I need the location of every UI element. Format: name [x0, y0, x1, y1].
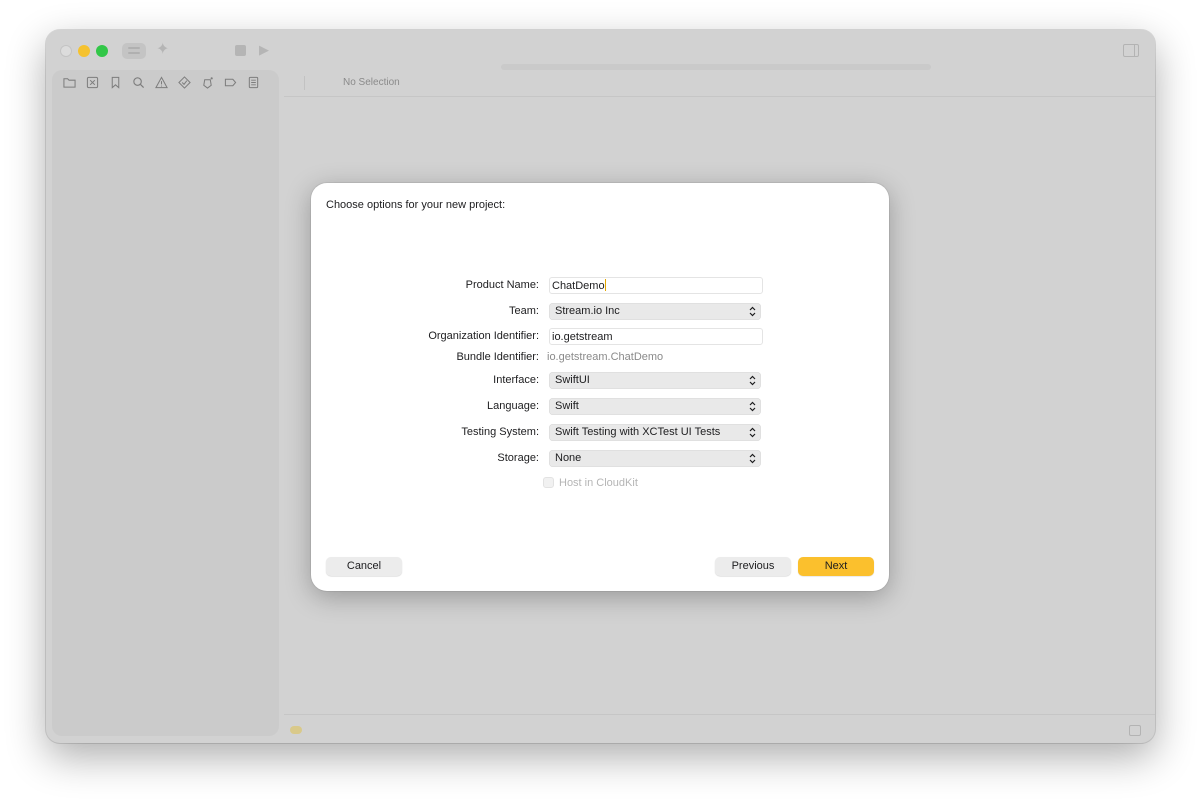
team-popup[interactable]: Stream.io Inc [549, 303, 761, 320]
test-icon[interactable] [177, 75, 192, 90]
chevron-up-down-icon [749, 401, 756, 412]
chevron-up-down-icon [749, 375, 756, 386]
testing-system-label: Testing System: [461, 426, 539, 438]
search-icon[interactable] [131, 75, 146, 90]
testing-system-value: Swift Testing with XCTest UI Tests [555, 426, 721, 438]
sidebar-toggle-icon[interactable] [122, 43, 146, 59]
folder-icon[interactable] [62, 75, 77, 90]
filter-indicator[interactable] [290, 726, 302, 734]
breakpoint-icon[interactable] [223, 75, 238, 90]
jump-bar-divider [304, 76, 305, 90]
sparkle-icon[interactable]: ✦ [156, 42, 169, 58]
source-control-icon[interactable] [85, 75, 100, 90]
product-name-label: Product Name: [465, 279, 539, 291]
host-in-cloudkit-option: Host in CloudKit [543, 477, 638, 489]
cancel-button[interactable]: Cancel [326, 557, 402, 576]
bookmark-icon[interactable] [108, 75, 123, 90]
debug-bar [284, 714, 1155, 743]
text-cursor [604, 279, 606, 291]
language-label: Language: [487, 400, 539, 412]
product-name-value: ChatDemo [552, 280, 605, 292]
stop-icon[interactable] [235, 45, 246, 56]
inspector-toggle-icon[interactable] [1123, 44, 1139, 57]
interface-popup[interactable]: SwiftUI [549, 372, 761, 389]
close-window-button[interactable] [60, 45, 72, 57]
host-in-cloudkit-label: Host in CloudKit [559, 477, 638, 489]
team-value: Stream.io Inc [555, 305, 620, 317]
debug-icon[interactable] [200, 75, 215, 90]
language-popup[interactable]: Swift [549, 398, 761, 415]
play-icon[interactable]: ▶ [259, 43, 269, 57]
bundle-identifier-label: Bundle Identifier: [456, 351, 539, 363]
chevron-up-down-icon [749, 453, 756, 464]
new-project-options-sheet: Choose options for your new project: Pro… [311, 183, 889, 591]
language-value: Swift [555, 400, 579, 412]
storage-popup[interactable]: None [549, 450, 761, 467]
interface-value: SwiftUI [555, 374, 590, 386]
storage-label: Storage: [497, 452, 539, 464]
previous-button[interactable]: Previous [715, 557, 791, 576]
report-icon[interactable] [246, 75, 261, 90]
testing-system-popup[interactable]: Swift Testing with XCTest UI Tests [549, 424, 761, 441]
organization-identifier-label: Organization Identifier: [428, 330, 539, 342]
bundle-identifier-value: io.getstream.ChatDemo [547, 351, 664, 363]
host-in-cloudkit-checkbox [543, 477, 554, 488]
warning-icon[interactable] [154, 75, 169, 90]
debug-area-toggle-icon[interactable] [1129, 725, 1141, 736]
sheet-title: Choose options for your new project: [326, 199, 506, 211]
storage-value: None [555, 452, 582, 464]
navigator-sidebar [52, 70, 279, 736]
team-label: Team: [509, 305, 539, 317]
chevron-up-down-icon [749, 306, 756, 317]
organization-identifier-field[interactable]: io.getstream [549, 328, 763, 345]
product-name-field[interactable]: ChatDemo [549, 277, 763, 294]
next-button[interactable]: Next [798, 557, 874, 576]
navigator-tabs [62, 75, 261, 90]
chevron-up-down-icon [749, 427, 756, 438]
zoom-window-button[interactable] [96, 45, 108, 57]
minimize-window-button[interactable] [78, 45, 90, 57]
editor-jump-bar: No Selection [284, 70, 1155, 97]
interface-label: Interface: [493, 374, 539, 386]
no-selection-label: No Selection [343, 77, 400, 88]
title-bar: ✦ ▶ [46, 30, 1155, 70]
